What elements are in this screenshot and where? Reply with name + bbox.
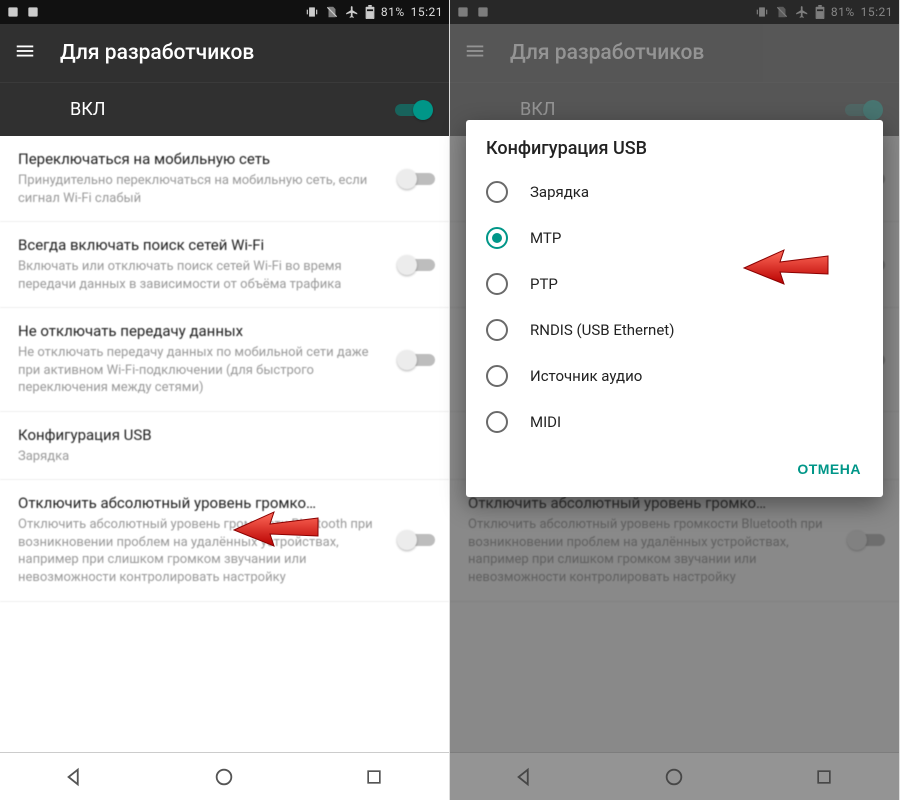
notification-icon <box>6 5 20 19</box>
appbar: Для разработчиков <box>0 24 449 82</box>
vibrate-icon <box>305 5 319 19</box>
radio-option[interactable]: PTP <box>466 261 883 307</box>
setting-title: Не отключать передачу данных <box>18 322 389 340</box>
master-toggle-row[interactable]: ВКЛ <box>0 82 449 136</box>
setting-subtitle: Принудительно переключаться на мобильную… <box>18 172 389 207</box>
usb-config-dialog: Конфигурация USB Зарядка MTP PTP RNDIS (USB… <box>466 120 883 497</box>
master-toggle-label: ВКЛ <box>70 99 395 120</box>
setting-row[interactable]: Всегда включать поиск сетей Wi-Fi Включат… <box>0 222 449 308</box>
setting-switch[interactable] <box>399 170 435 188</box>
radio-icon <box>486 365 508 387</box>
radio-label: Зарядка <box>530 183 589 201</box>
notification-icon <box>26 5 40 19</box>
setting-row[interactable]: Переключаться на мобильную сеть Принудите… <box>0 136 449 222</box>
nav-back[interactable] <box>45 760 105 794</box>
setting-subtitle: Зарядка <box>18 448 389 466</box>
setting-title: Конфигурация USB <box>18 426 389 444</box>
radio-icon <box>486 319 508 341</box>
nav-recent[interactable] <box>344 760 404 794</box>
clock: 15:21 <box>411 5 443 19</box>
radio-label: MIDI <box>530 413 561 431</box>
radio-icon <box>486 411 508 433</box>
phone-right: 81% 15:21 Для разработчиков ВКЛ Переключ… <box>450 0 900 800</box>
radio-icon <box>486 273 508 295</box>
phone-left: 81% 15:21 Для разработчиков ВКЛ Переключ… <box>0 0 450 800</box>
setting-subtitle: Отключить абсолютный уровень громкости B… <box>18 516 389 586</box>
no-sim-icon <box>325 5 339 19</box>
setting-title: Всегда включать поиск сетей Wi-Fi <box>18 236 389 254</box>
radio-icon <box>486 181 508 203</box>
radio-option[interactable]: MIDI <box>466 399 883 445</box>
settings-list[interactable]: Переключаться на мобильную сеть Принудите… <box>0 136 449 752</box>
setting-switch[interactable] <box>399 531 435 549</box>
radio-option[interactable]: MTP <box>466 215 883 261</box>
radio-label: RNDIS (USB Ethernet) <box>530 321 674 339</box>
nav-home[interactable] <box>194 760 254 794</box>
setting-switch[interactable] <box>399 256 435 274</box>
master-toggle-switch[interactable] <box>395 101 431 119</box>
page-title: Для разработчиков <box>60 41 254 65</box>
setting-row[interactable]: Отключить абсолютный уровень громко… Откл… <box>0 480 449 601</box>
statusbar: 81% 15:21 <box>0 0 449 24</box>
battery-percent: 81% <box>381 5 405 19</box>
setting-switch[interactable] <box>399 351 435 369</box>
setting-subtitle: Не отключать передачу данных по мобильно… <box>18 344 389 397</box>
cancel-button[interactable]: ОТМЕНА <box>787 453 871 485</box>
radio-icon <box>486 227 508 249</box>
menu-icon[interactable] <box>14 40 36 66</box>
setting-title: Переключаться на мобильную сеть <box>18 150 389 168</box>
battery-icon <box>365 5 375 19</box>
setting-subtitle: Включать или отключать поиск сетей Wi-Fi… <box>18 258 389 293</box>
radio-option[interactable]: Зарядка <box>466 169 883 215</box>
setting-title: Отключить абсолютный уровень громко… <box>18 494 389 512</box>
radio-label: PTP <box>530 275 558 293</box>
radio-label: Источник аудио <box>530 367 642 385</box>
navbar <box>0 752 449 800</box>
radio-option[interactable]: Источник аудио <box>466 353 883 399</box>
setting-row[interactable]: Конфигурация USB Зарядка <box>0 412 449 481</box>
dialog-title: Конфигурация USB <box>466 120 883 169</box>
radio-option[interactable]: RNDIS (USB Ethernet) <box>466 307 883 353</box>
radio-label: MTP <box>530 229 561 247</box>
airplane-icon <box>345 5 359 19</box>
setting-row[interactable]: Не отключать передачу данных Не отключать… <box>0 308 449 412</box>
